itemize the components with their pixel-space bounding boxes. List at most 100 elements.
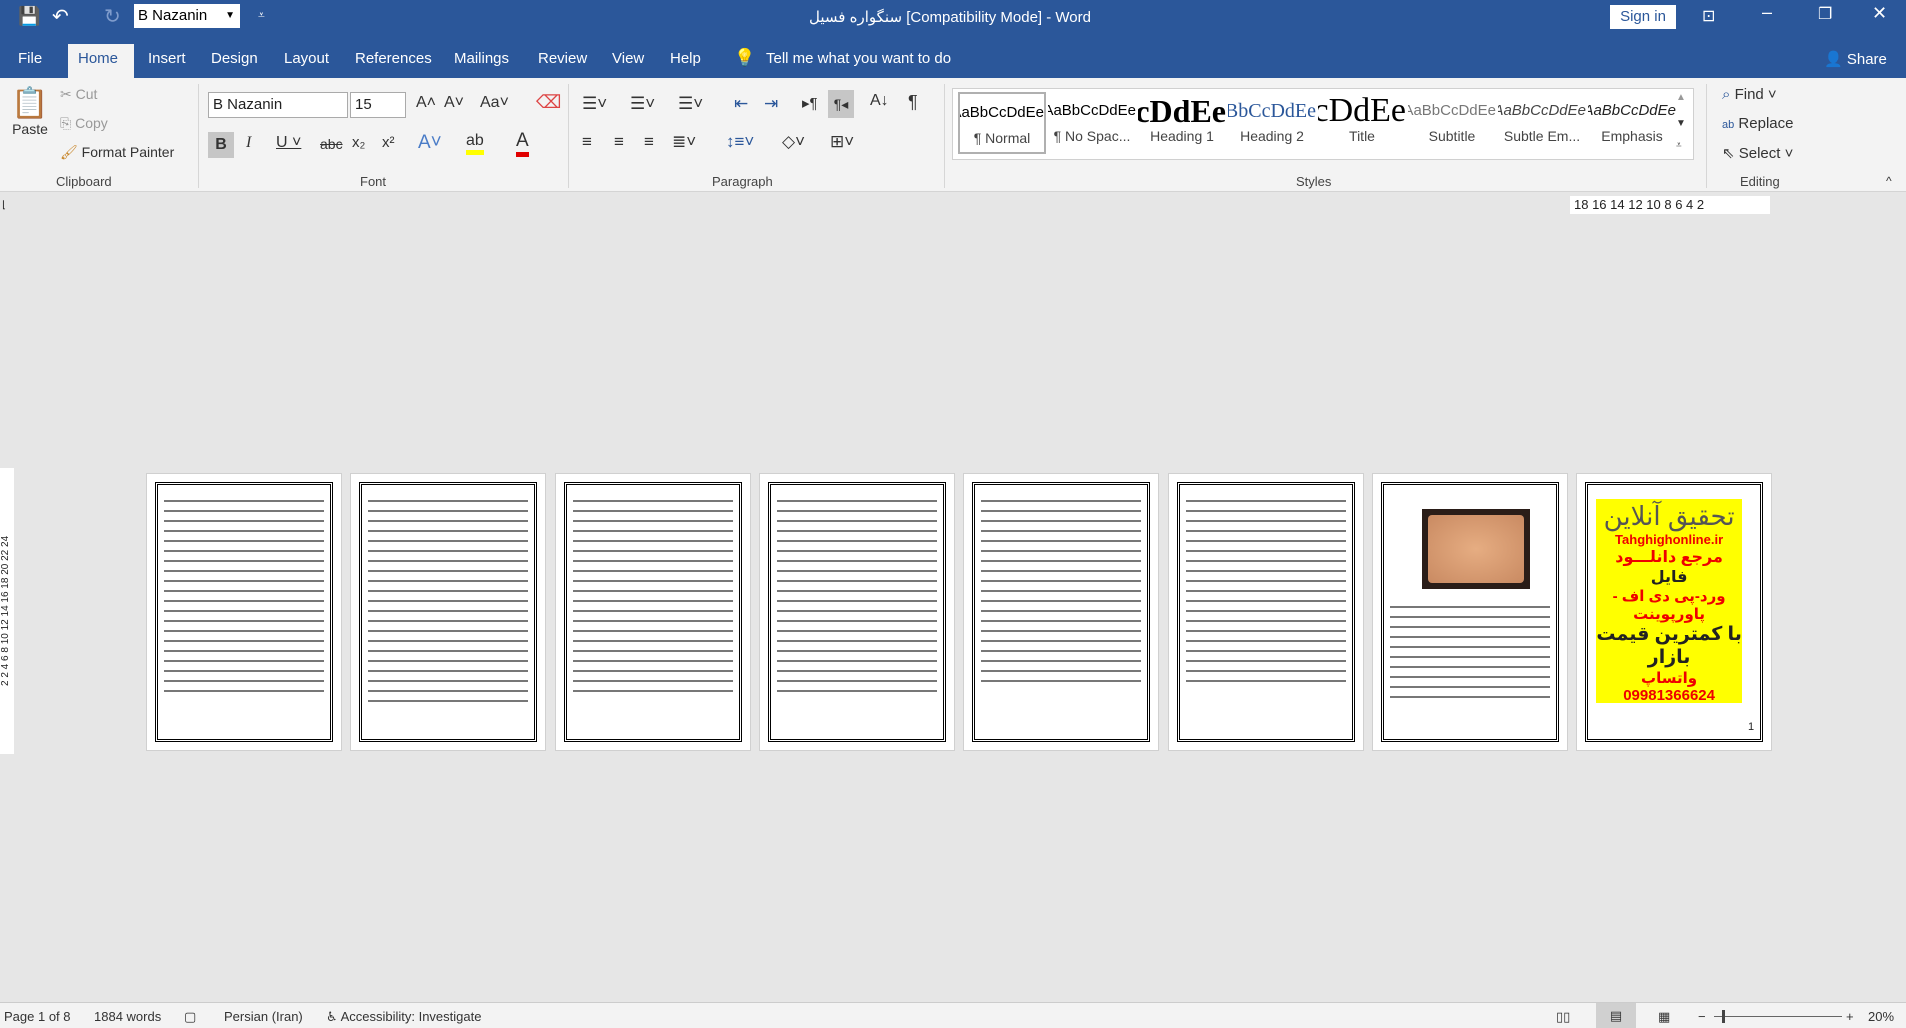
minimize-icon[interactable]: –: [1762, 2, 1772, 23]
font-size-input[interactable]: 15: [350, 92, 406, 118]
language[interactable]: Persian (Iran): [224, 1009, 303, 1024]
align-left-icon[interactable]: ≡: [582, 132, 592, 152]
rtl-icon[interactable]: ¶◂: [828, 90, 854, 118]
bold-button[interactable]: B: [208, 132, 234, 158]
style-subtitle[interactable]: AaBbCcDdEe Subtitle: [1408, 92, 1496, 154]
style-heading-1[interactable]: AaBbCcDdEeHeading 1: [1138, 92, 1226, 154]
line-spacing-icon[interactable]: ↕≡˅: [726, 132, 754, 152]
paste-button[interactable]: 📋 Paste: [10, 86, 50, 137]
style-emphasis[interactable]: AaBbCcDdEe Emphasis: [1588, 92, 1676, 154]
align-right-icon[interactable]: ≡: [644, 132, 654, 152]
sign-in-button[interactable]: Sign in: [1610, 5, 1676, 29]
qat-font-select[interactable]: B Nazanin ▼: [134, 4, 240, 28]
save-icon[interactable]: 💾: [18, 6, 40, 27]
horizontal-ruler[interactable]: 18 16 14 12 10 8 6 4 2: [1570, 196, 1770, 214]
sort-icon[interactable]: A↓: [870, 92, 889, 110]
italic-button[interactable]: I: [246, 134, 251, 152]
tab-review[interactable]: Review: [528, 44, 597, 78]
style-no-spac[interactable]: AaBbCcDdEe ¶ No Spac...: [1048, 92, 1136, 154]
zoom-level[interactable]: 20%: [1868, 1009, 1894, 1024]
undo-icon[interactable]: ↶: [52, 4, 69, 29]
zoom-slider[interactable]: [1714, 1010, 1842, 1023]
tab-home[interactable]: Home: [68, 44, 134, 78]
decrease-indent-icon[interactable]: ⇤: [734, 94, 748, 114]
read-mode-icon[interactable]: ▯▯: [1556, 1009, 1570, 1025]
styles-scroll-down[interactable]: ▼: [1676, 118, 1686, 129]
styles-more[interactable]: ⩡: [1676, 140, 1682, 151]
numbering-icon[interactable]: ☰˅: [630, 94, 655, 114]
strikethrough-button[interactable]: abc: [320, 136, 343, 152]
superscript-button[interactable]: x²: [382, 134, 395, 151]
find-button[interactable]: ⌕ Find ˅: [1722, 86, 1777, 103]
page-thumbnail[interactable]: [350, 473, 547, 751]
customize-qat-icon[interactable]: ⩡: [258, 8, 265, 23]
ltr-icon[interactable]: ▸¶: [802, 94, 818, 112]
highlight-color-icon[interactable]: ab: [466, 132, 484, 155]
tell-me-input[interactable]: Tell me what you want to do: [766, 50, 951, 67]
font-name-input[interactable]: B Nazanin: [208, 92, 348, 118]
close-icon[interactable]: ✕: [1872, 3, 1887, 24]
style-preview: AaBbCcDdEe: [1138, 93, 1226, 128]
borders-icon[interactable]: ⊞˅: [830, 132, 854, 152]
zoom-out-button[interactable]: −: [1698, 1009, 1706, 1024]
page-border: تحقیق آنلاین Tahghighonline.ir مرجع دانل…: [1585, 482, 1764, 742]
shading-icon[interactable]: ◇˅: [782, 132, 805, 152]
page-thumbnail[interactable]: [146, 473, 342, 751]
styles-scroll-up[interactable]: ▲: [1676, 92, 1686, 103]
style-title[interactable]: AaBbCcDdEeTitle: [1318, 92, 1406, 154]
print-layout-icon[interactable]: ▤: [1596, 1003, 1636, 1028]
page-thumbnail[interactable]: [1167, 473, 1364, 751]
grow-font-icon[interactable]: A˄: [416, 94, 436, 112]
shrink-font-icon[interactable]: A˅: [444, 94, 464, 112]
format-painter-button[interactable]: 🖌 Format Painter: [60, 144, 174, 161]
page-thumbnail[interactable]: [758, 473, 955, 751]
font-color-icon[interactable]: A: [516, 130, 529, 157]
tab-mailings[interactable]: Mailings: [444, 44, 519, 78]
replace-button[interactable]: ab Replace: [1722, 115, 1793, 132]
tab-help[interactable]: Help: [660, 44, 711, 78]
page-thumbnail[interactable]: [963, 473, 1160, 751]
tab-layout[interactable]: Layout: [274, 44, 339, 78]
word-count[interactable]: 1884 words: [94, 1009, 161, 1024]
increase-indent-icon[interactable]: ⇥: [764, 94, 778, 114]
subscript-button[interactable]: x₂: [352, 134, 365, 151]
ribbon-display-options-icon[interactable]: ⊡: [1702, 6, 1715, 26]
cut-button[interactable]: ✂ Cut: [60, 86, 97, 103]
window-title: سنگواره فسیل [Compatibility Mode] - Word: [809, 9, 1091, 26]
align-center-icon[interactable]: ≡: [614, 132, 624, 152]
text-effects-icon[interactable]: A˅: [418, 132, 442, 154]
change-case-icon[interactable]: Aa˅: [480, 94, 509, 112]
zoom-in-button[interactable]: +: [1846, 1009, 1854, 1024]
zoom-slider-thumb[interactable]: [1722, 1010, 1725, 1023]
page-thumbnail[interactable]: [554, 473, 751, 751]
tab-view[interactable]: View: [602, 44, 654, 78]
multilevel-list-icon[interactable]: ☰˅: [678, 94, 703, 114]
bullets-icon[interactable]: ☰˅: [582, 94, 607, 114]
restore-icon[interactable]: ❐: [1818, 4, 1832, 24]
page-count[interactable]: Page 1 of 8: [4, 1009, 71, 1024]
style-heading-2[interactable]: AaBbCcDdEe Heading 2: [1228, 92, 1316, 154]
tab-references[interactable]: References: [345, 44, 442, 78]
style-subtle-em[interactable]: AaBbCcDdEe Subtle Em...: [1498, 92, 1586, 154]
web-layout-icon[interactable]: ▦: [1658, 1009, 1670, 1025]
page-thumbnail[interactable]: تحقیق آنلاین Tahghighonline.ir مرجع دانل…: [1576, 473, 1773, 751]
clear-formatting-icon[interactable]: ⌫: [536, 92, 561, 113]
redo-icon[interactable]: ↻: [104, 4, 121, 29]
copy-button[interactable]: ⎘ Copy: [60, 115, 108, 132]
page-thumbnail[interactable]: [1371, 473, 1568, 751]
tab-selector[interactable]: ⌊: [2, 200, 6, 211]
cut-label: Cut: [75, 86, 98, 102]
tab-design[interactable]: Design: [201, 44, 268, 78]
tab-file[interactable]: File: [8, 44, 52, 78]
style-normal[interactable]: AaBbCcDdEe ¶ Normal: [958, 92, 1046, 154]
underline-button[interactable]: U ˅: [276, 134, 301, 152]
accessibility-status[interactable]: ♿ Accessibility: Investigate: [326, 1009, 481, 1025]
select-button[interactable]: ⇖ Select ˅: [1722, 144, 1793, 162]
vertical-ruler[interactable]: 2 2 4 6 8 10 12 14 16 18 20 22 24: [0, 468, 14, 754]
share-button[interactable]: 👤 Share: [1824, 50, 1887, 68]
collapse-ribbon-icon[interactable]: ^: [1886, 174, 1892, 188]
proofing-icon[interactable]: ▢: [184, 1009, 196, 1025]
justify-icon[interactable]: ≣˅: [672, 132, 696, 152]
tab-insert[interactable]: Insert: [138, 44, 196, 78]
show-marks-icon[interactable]: ¶: [908, 92, 918, 113]
